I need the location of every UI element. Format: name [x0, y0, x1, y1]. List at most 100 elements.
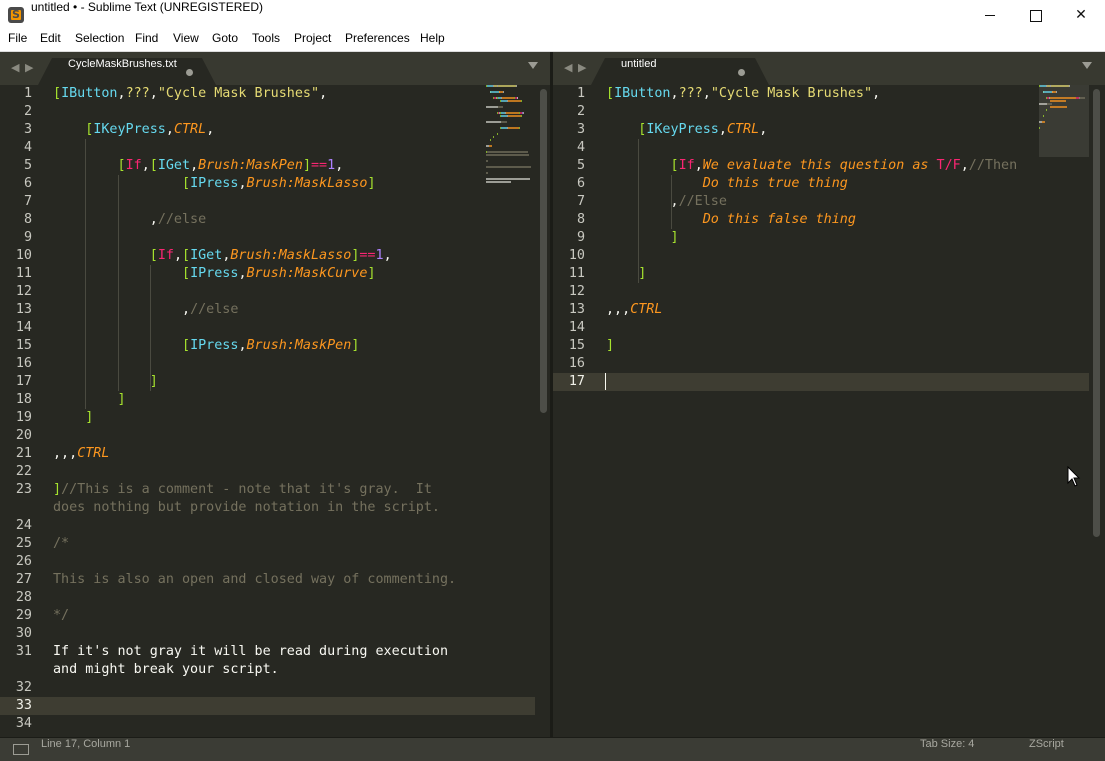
code-line[interactable]: 26: [0, 553, 535, 571]
code-line[interactable]: 31 If it's not gray it will be read durin…: [0, 643, 535, 661]
tab-nav-forward-icon[interactable]: ▶: [578, 61, 586, 74]
left-editor-pane[interactable]: 1 [IButton,???,"Cycle Mask Brushes", 2 3 [I…: [0, 85, 550, 737]
code-line[interactable]: 5 [If,We evaluate this question as T/F,/…: [553, 157, 1089, 175]
code-line[interactable]: 12: [553, 283, 1089, 301]
menu-file[interactable]: File: [8, 31, 27, 45]
code-line[interactable]: 27 This is also an open and closed way of…: [0, 571, 535, 589]
code-line[interactable]: 25 /*: [0, 535, 535, 553]
code-line[interactable]: 4: [553, 139, 1089, 157]
code-line[interactable]: 22: [0, 463, 535, 481]
indent-guide: [85, 319, 87, 337]
tab-dropdown-icon[interactable]: [528, 62, 538, 69]
minimap-row: [486, 130, 536, 132]
code-token: ,: [190, 158, 199, 173]
code-line[interactable]: 14: [0, 319, 535, 337]
code-line[interactable]: 12: [0, 283, 535, 301]
code-token: ,: [670, 86, 679, 101]
right-scrollbar[interactable]: [1093, 85, 1100, 737]
code-line[interactable]: 10 [If,[IGet,Brush:MaskLasso]==1,: [0, 247, 535, 265]
code-line[interactable]: 11 [IPress,Brush:MaskCurve]: [0, 265, 535, 283]
right-minimap[interactable]: [1039, 85, 1089, 157]
code-line[interactable]: 13 ,,,CTRL: [553, 301, 1089, 319]
menu-project[interactable]: Project: [294, 31, 331, 45]
code-line[interactable]: 5 [If,[IGet,Brush:MaskPen]==1,: [0, 157, 535, 175]
indent-guide: [117, 229, 119, 247]
code-line[interactable]: 19 ]: [0, 409, 535, 427]
menu-help[interactable]: Help: [420, 31, 445, 45]
maximize-button[interactable]: [1012, 0, 1058, 31]
code-line[interactable]: 4: [0, 139, 535, 157]
menu-view[interactable]: View: [173, 31, 199, 45]
code-line[interactable]: 34: [0, 715, 535, 733]
close-button[interactable]: ✕: [1058, 0, 1104, 31]
code-line[interactable]: 11 ]: [553, 265, 1089, 283]
code-line[interactable]: 21 ,,,CTRL: [0, 445, 535, 463]
panel-toggle-icon[interactable]: [13, 744, 29, 755]
minimap-segment: [486, 160, 488, 162]
tab-dropdown-icon[interactable]: [1082, 62, 1092, 69]
tab-nav-back-icon[interactable]: ◀: [564, 61, 572, 74]
code-line[interactable]: 6 [IPress,Brush:MaskLasso]: [0, 175, 535, 193]
tab-size-indicator[interactable]: Tab Size: 4: [920, 738, 974, 750]
code-line[interactable]: and might break your script.: [0, 661, 535, 679]
left-code-area[interactable]: 1 [IButton,???,"Cycle Mask Brushes", 2 3 [I…: [0, 85, 535, 733]
tab-cyclemaskbrushes[interactable]: CycleMaskBrushes.txt: [38, 58, 216, 85]
right-editor-pane[interactable]: 1 [IButton,???,"Cycle Mask Brushes", 2 3 [I…: [553, 85, 1105, 737]
line-number: 20: [15, 428, 32, 443]
left-minimap[interactable]: [486, 85, 536, 193]
code-line[interactable]: 15]: [553, 337, 1089, 355]
right-scroll-thumb[interactable]: [1093, 89, 1100, 537]
code-line[interactable]: does nothing but provide notation in the…: [0, 499, 535, 517]
code-line[interactable]: 30: [0, 625, 535, 643]
code-line[interactable]: 32: [0, 679, 535, 697]
code-line[interactable]: 13 ,//else: [0, 301, 535, 319]
unsaved-dot-icon[interactable]: [186, 69, 193, 76]
tab-nav-forward-icon[interactable]: ▶: [25, 61, 33, 74]
code-line[interactable]: 10: [553, 247, 1089, 265]
tab-nav-back-icon[interactable]: ◀: [11, 61, 19, 74]
code-line[interactable]: 14: [553, 319, 1089, 337]
menu-selection[interactable]: Selection: [75, 31, 124, 45]
code-line[interactable]: 9 ]: [553, 229, 1089, 247]
menu-preferences[interactable]: Preferences: [345, 31, 410, 45]
code-line[interactable]: 1 [IButton,???,"Cycle Mask Brushes",: [553, 85, 1089, 103]
code-line[interactable]: 1 [IButton,???,"Cycle Mask Brushes",: [0, 85, 535, 103]
code-line[interactable]: 28: [0, 589, 535, 607]
code-line[interactable]: 8 Do this false thing: [553, 211, 1089, 229]
code-line[interactable]: 20: [0, 427, 535, 445]
code-line[interactable]: 18 ]: [0, 391, 535, 409]
code-line[interactable]: 7 ,//Else: [553, 193, 1089, 211]
code-line[interactable]: 3 [IKeyPress,CTRL,: [553, 121, 1089, 139]
indent-guide: [85, 301, 87, 319]
tab-untitled[interactable]: untitled: [591, 58, 769, 85]
minimize-button[interactable]: [967, 0, 1013, 31]
code-line[interactable]: 17: [553, 373, 1089, 391]
menu-goto[interactable]: Goto: [212, 31, 238, 45]
code-line[interactable]: 8 ,//else: [0, 211, 535, 229]
left-scroll-thumb[interactable]: [540, 89, 547, 413]
code-line[interactable]: 2: [0, 103, 535, 121]
syntax-indicator[interactable]: ZScript: [1029, 738, 1064, 750]
line-number: 1: [576, 86, 585, 101]
code-line[interactable]: 6 Do this true thing: [553, 175, 1089, 193]
code-line[interactable]: 16: [553, 355, 1089, 373]
menu-edit[interactable]: Edit: [40, 31, 61, 45]
menu-tools[interactable]: Tools: [252, 31, 280, 45]
code-line[interactable]: 3 [IKeyPress,CTRL,: [0, 121, 535, 139]
code-line[interactable]: 2: [553, 103, 1089, 121]
right-code-area[interactable]: 1 [IButton,???,"Cycle Mask Brushes", 2 3 [I…: [553, 85, 1089, 391]
code-line[interactable]: 33: [0, 697, 535, 715]
code-line[interactable]: 23]//This is a comment - note that it's …: [0, 481, 535, 499]
code-line[interactable]: 15 [IPress,Brush:MaskPen]: [0, 337, 535, 355]
menu-find[interactable]: Find: [135, 31, 158, 45]
code-line[interactable]: 24: [0, 517, 535, 535]
code-line[interactable]: 17 ]: [0, 373, 535, 391]
code-line[interactable]: 7: [0, 193, 535, 211]
left-scrollbar[interactable]: [540, 85, 547, 737]
unsaved-dot-icon[interactable]: [738, 69, 745, 76]
code-line[interactable]: 9: [0, 229, 535, 247]
code-token: ???: [678, 86, 703, 101]
code-line[interactable]: 16: [0, 355, 535, 373]
code-line[interactable]: 29 */: [0, 607, 535, 625]
code-token: ,: [694, 158, 703, 173]
